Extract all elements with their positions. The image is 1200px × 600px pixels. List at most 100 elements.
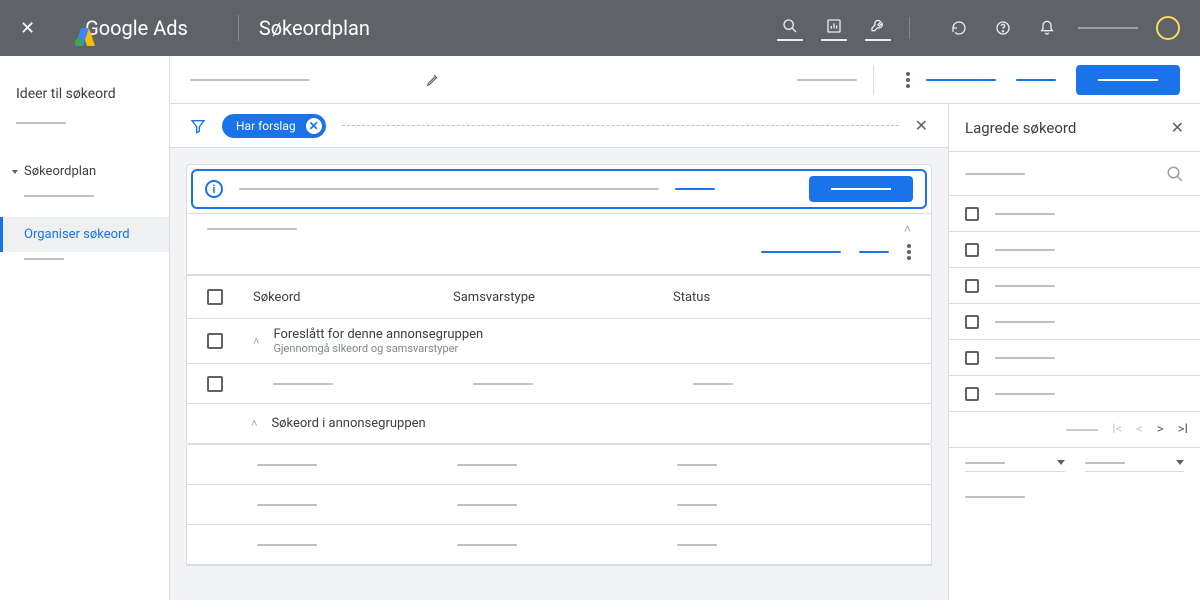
- cell-placeholder: [473, 383, 533, 385]
- select-2[interactable]: [1085, 460, 1185, 472]
- adgroup-link[interactable]: [859, 251, 889, 253]
- pager-last-icon[interactable]: >I: [1178, 422, 1188, 437]
- list-item[interactable]: [949, 340, 1200, 376]
- select-all-checkbox[interactable]: [207, 289, 223, 305]
- close-icon[interactable]: ✕: [20, 18, 35, 39]
- col-matchtype[interactable]: Samsvarstype: [453, 290, 673, 305]
- list-item[interactable]: [949, 376, 1200, 412]
- checkbox[interactable]: [965, 207, 979, 221]
- primary-action-button[interactable]: [1076, 65, 1180, 95]
- checkbox[interactable]: [965, 279, 979, 293]
- list-item[interactable]: [949, 304, 1200, 340]
- cell-placeholder: [677, 544, 717, 546]
- campaign-header[interactable]: ˄: [187, 213, 931, 244]
- filter-icon[interactable]: [190, 118, 206, 134]
- sidebar-heading-ideas[interactable]: Ideer til søkeord: [0, 76, 169, 112]
- pager-next-icon[interactable]: >: [1157, 422, 1164, 437]
- adgroup-panel: i ˄: [186, 164, 932, 445]
- overflow-menu-icon[interactable]: [906, 72, 910, 88]
- toolbar-link[interactable]: [1016, 79, 1056, 81]
- notifications-icon[interactable]: [1034, 15, 1060, 41]
- cell-placeholder: [257, 464, 317, 466]
- caret-down-icon: [1057, 460, 1065, 465]
- existing-group-row[interactable]: ˄ Søkeord i annonsegruppen: [187, 404, 931, 444]
- sidebar-item-label: Søkeordplan: [24, 164, 96, 179]
- group-title: Foreslått for denne annonsegruppen: [273, 327, 483, 342]
- overflow-menu-icon[interactable]: [907, 244, 911, 260]
- toolbar-placeholder: [797, 79, 857, 81]
- callout-link[interactable]: [675, 188, 715, 190]
- row-checkbox[interactable]: [207, 376, 223, 392]
- close-filterbar-icon[interactable]: ✕: [915, 116, 928, 135]
- checkbox[interactable]: [965, 351, 979, 365]
- refresh-icon[interactable]: [946, 15, 972, 41]
- select-label-placeholder: [1085, 462, 1125, 464]
- table-header: Søkeord Samsvarstype Status: [187, 275, 931, 319]
- callout-action-button[interactable]: [809, 176, 913, 202]
- page-title: Søkeordplan: [259, 16, 370, 40]
- checkbox[interactable]: [965, 315, 979, 329]
- saved-search-row: [949, 152, 1200, 196]
- cell-placeholder: [273, 383, 333, 385]
- cell-placeholder: [257, 504, 317, 506]
- table-row[interactable]: [187, 485, 931, 525]
- pager-prev-icon[interactable]: <: [1136, 422, 1143, 437]
- cell-placeholder: [677, 464, 717, 466]
- close-icon[interactable]: ✕: [1171, 118, 1184, 137]
- list-item[interactable]: [949, 232, 1200, 268]
- chevron-up-icon: ˄: [251, 417, 257, 430]
- sidebar-item-label: Organiser søkeord: [24, 227, 130, 242]
- search-icon[interactable]: [1166, 165, 1184, 183]
- list-item[interactable]: [949, 268, 1200, 304]
- info-icon: i: [205, 180, 223, 198]
- select-1[interactable]: [965, 460, 1065, 472]
- pager-range-placeholder: [1066, 429, 1098, 431]
- toolbar: [170, 56, 1200, 104]
- row-checkbox[interactable]: [207, 333, 223, 349]
- group-subtitle: Gjennomgå slkeord og samsvarstyper: [273, 342, 483, 355]
- saved-list: [949, 196, 1200, 412]
- sidebar-item-organize[interactable]: Organiser søkeord: [0, 217, 169, 252]
- table-row[interactable]: [187, 525, 931, 565]
- reports-icon[interactable]: [821, 15, 847, 41]
- toolbar-link[interactable]: [926, 79, 996, 81]
- callout-text-placeholder: [239, 188, 659, 190]
- saved-selects: [949, 448, 1200, 484]
- checkbox[interactable]: [965, 387, 979, 401]
- chip-remove-icon[interactable]: ✕: [306, 118, 322, 134]
- list-item[interactable]: [949, 196, 1200, 232]
- edit-icon[interactable]: [420, 67, 446, 93]
- pager-first-icon[interactable]: I<: [1112, 422, 1122, 437]
- account-placeholder[interactable]: [1078, 27, 1138, 29]
- search-icon[interactable]: [777, 15, 803, 41]
- help-icon[interactable]: [990, 15, 1016, 41]
- saved-panel-title: Lagrede søkeord: [965, 119, 1076, 137]
- filter-chip-label: Har forslag: [236, 119, 296, 133]
- saved-bottom: [949, 484, 1200, 510]
- sidebar-placeholder: [24, 195, 94, 197]
- caret-down-icon: [1176, 460, 1184, 465]
- caret-down-icon: ▼: [10, 169, 20, 177]
- main-content: Har forslag ✕ ✕ i: [170, 56, 1200, 600]
- group-title: Søkeord i annonsegruppen: [271, 416, 425, 431]
- adgroup-link[interactable]: [761, 251, 841, 253]
- add-filter-area[interactable]: [342, 125, 899, 126]
- search-placeholder: [965, 173, 1025, 175]
- chevron-up-icon: ˄: [253, 335, 259, 348]
- cell-placeholder: [457, 544, 517, 546]
- sidebar-item-plan[interactable]: ▼ Søkeordplan: [0, 154, 169, 189]
- campaign-name-placeholder: [207, 228, 297, 230]
- cell-placeholder: [257, 544, 317, 546]
- table-row[interactable]: ˄: [187, 364, 931, 404]
- col-status[interactable]: Status: [673, 290, 911, 305]
- filter-chip[interactable]: Har forslag ✕: [222, 114, 326, 138]
- table-row[interactable]: [187, 445, 931, 485]
- checkbox[interactable]: [965, 243, 979, 257]
- col-keyword[interactable]: Søkeord: [253, 290, 453, 305]
- tools-icon[interactable]: [865, 15, 891, 41]
- avatar[interactable]: [1156, 16, 1180, 40]
- button-label-placeholder: [1098, 79, 1158, 81]
- plan-name-placeholder: [190, 79, 310, 81]
- suggested-group-row[interactable]: ˄ Foreslått for denne annonsegruppen Gje…: [187, 319, 931, 364]
- item-placeholder: [995, 393, 1055, 395]
